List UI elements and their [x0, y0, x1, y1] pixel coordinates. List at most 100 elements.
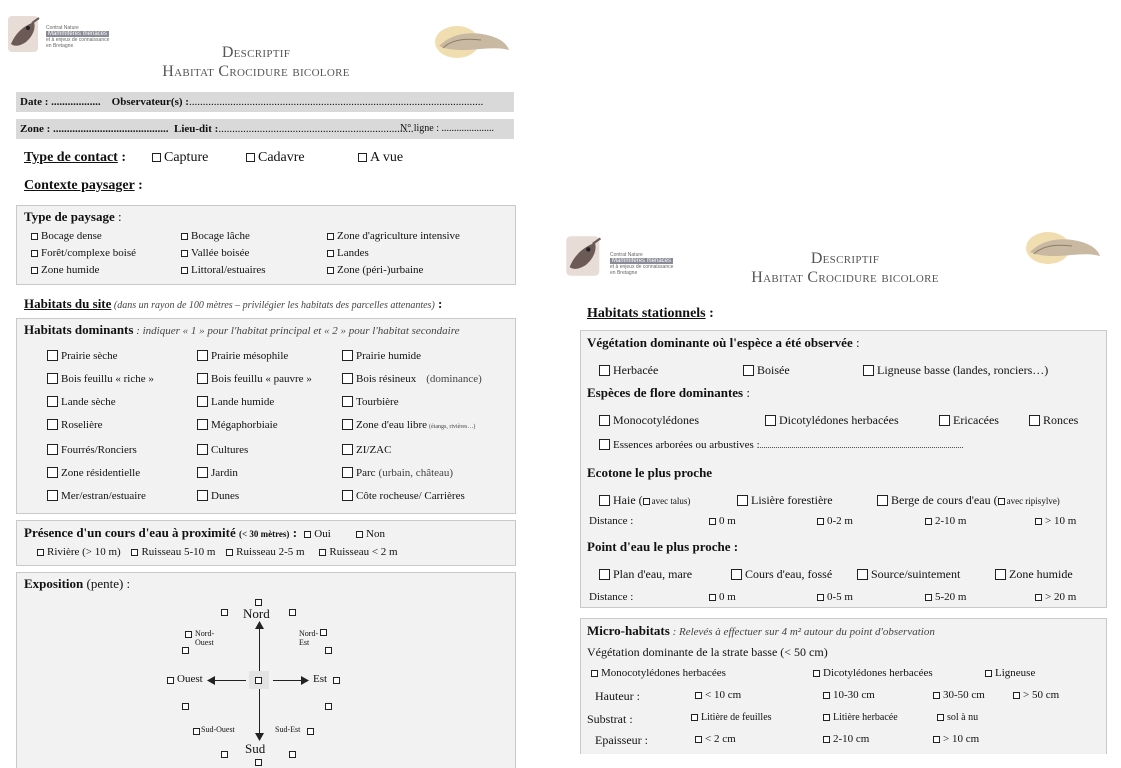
checkbox-sud-ouest[interactable] [193, 728, 200, 735]
contact-option-cadavre[interactable]: Cadavre [246, 150, 305, 166]
distance-option[interactable]: 0-5 m [817, 591, 853, 603]
checkbox-icon[interactable] [197, 350, 208, 361]
checkbox-icon[interactable] [695, 692, 702, 699]
habitat-option[interactable]: Tourbière [342, 393, 517, 411]
checkbox-sud-est[interactable] [307, 728, 314, 735]
checkbox-icon[interactable] [765, 415, 776, 426]
contact-option-vue[interactable]: A vue [358, 150, 403, 166]
strate-option[interactable]: Monocotylédones herbacées [591, 667, 726, 679]
cours-option[interactable]: Ruisseau < 2 m [319, 546, 398, 558]
strate-option[interactable]: Ligneuse [985, 667, 1035, 679]
checkbox-icon[interactable] [47, 396, 58, 407]
paysage-option[interactable]: Forêt/complexe boisé [31, 245, 181, 261]
checkbox-icon[interactable] [47, 419, 58, 430]
habitat-option[interactable]: Lande humide [197, 393, 342, 411]
habitat-option[interactable]: Lande sèche [47, 393, 197, 411]
checkbox-se-inner[interactable] [325, 703, 332, 710]
point-eau-option[interactable]: Zone humide [995, 567, 1073, 582]
essences-field[interactable]: ........................................… [760, 441, 964, 450]
checkbox-icon[interactable] [327, 267, 334, 274]
checkbox-icon[interactable] [181, 267, 188, 274]
checkbox-icon[interactable] [591, 670, 598, 677]
strate-option[interactable]: Dicotylédones herbacées [813, 667, 933, 679]
checkbox-icon[interactable] [1035, 518, 1042, 525]
paysage-option[interactable]: Zone (péri-)urbaine [327, 262, 507, 278]
hauteur-option[interactable]: 30-50 cm [933, 689, 985, 701]
checkbox-icon[interactable] [342, 373, 353, 384]
hauteur-option[interactable]: > 50 cm [1013, 689, 1059, 701]
observer-field[interactable]: ........................................… [189, 96, 483, 108]
epaisseur-option[interactable]: < 2 cm [695, 733, 736, 745]
habitat-option[interactable]: Bois résineux (dominance) [342, 370, 517, 388]
habitat-option[interactable]: Roselière [47, 416, 197, 436]
paysage-option[interactable]: Landes [327, 245, 507, 261]
zone-field[interactable]: Zone : .................................… [20, 123, 169, 135]
checkbox-icon[interactable] [197, 444, 208, 455]
checkbox-icon[interactable] [985, 670, 992, 677]
checkbox-icon[interactable] [342, 467, 353, 478]
ecotone-option-lisiere[interactable]: Lisière forestière [737, 493, 833, 508]
checkbox-icon[interactable] [342, 419, 353, 430]
checkbox-north-east-outer[interactable] [289, 609, 296, 616]
checkbox-icon[interactable] [599, 569, 610, 580]
checkbox-sw-outer[interactable] [221, 751, 228, 758]
habitat-option[interactable]: Cultures [197, 441, 342, 459]
checkbox-icon[interactable] [356, 531, 364, 538]
checkbox-icon[interactable] [709, 518, 716, 525]
cours-non[interactable]: Non [356, 528, 385, 540]
checkbox-icon[interactable] [327, 250, 334, 257]
checkbox-icon[interactable] [342, 396, 353, 407]
checkbox-icon[interactable] [47, 490, 58, 501]
paysage-option[interactable]: Zone d'agriculture intensive [327, 228, 507, 244]
checkbox-icon[interactable] [599, 495, 610, 506]
checkbox-icon[interactable] [857, 569, 868, 580]
checkbox-icon[interactable] [997, 498, 1005, 505]
habitat-option[interactable]: Jardin [197, 464, 342, 482]
checkbox-sud[interactable] [255, 759, 262, 766]
habitat-option[interactable]: Fourrés/Ronciers [47, 441, 197, 459]
checkbox-icon[interactable] [197, 419, 208, 430]
epaisseur-option[interactable]: 2-10 cm [823, 733, 869, 745]
checkbox-icon[interactable] [31, 267, 38, 274]
checkbox-icon[interactable] [1035, 594, 1042, 601]
distance-option[interactable]: 0-2 m [817, 515, 853, 527]
habitat-option[interactable]: Bois feuillu « riche » [47, 370, 197, 388]
substrat-option[interactable]: sol à nu [937, 712, 978, 723]
paysage-option[interactable]: Bocage lâche [181, 228, 327, 244]
checkbox-icon[interactable] [877, 495, 888, 506]
checkbox-ne-inner[interactable] [325, 647, 332, 654]
checkbox-icon[interactable] [152, 153, 161, 162]
distance-option[interactable]: 2-10 m [925, 515, 966, 527]
checkbox-icon[interactable] [31, 233, 38, 240]
paysage-option[interactable]: Littoral/estuaires [181, 262, 327, 278]
hauteur-option[interactable]: < 10 cm [695, 689, 741, 701]
checkbox-icon[interactable] [197, 467, 208, 478]
substrat-option[interactable]: Litière de feuilles [691, 712, 772, 723]
checkbox-nord[interactable] [255, 599, 262, 606]
checkbox-icon[interactable] [37, 549, 44, 556]
checkbox-icon[interactable] [737, 495, 748, 506]
checkbox-icon[interactable] [817, 594, 824, 601]
hauteur-option[interactable]: 10-30 cm [823, 689, 875, 701]
checkbox-icon[interactable] [599, 415, 610, 426]
point-eau-option[interactable]: Source/suintement [857, 567, 960, 582]
distance-option[interactable]: > 20 m [1035, 591, 1076, 603]
checkbox-icon[interactable] [817, 518, 824, 525]
flore-option[interactable]: Monocotylédones [599, 413, 699, 427]
checkbox-icon[interactable] [47, 444, 58, 455]
checkbox-icon[interactable] [599, 365, 610, 376]
distance-option[interactable]: 0 m [709, 591, 736, 603]
flore-option[interactable]: Ronces [1029, 413, 1078, 428]
checkbox-icon[interactable] [304, 531, 312, 538]
habitat-option[interactable]: Zone résidentielle [47, 464, 197, 482]
habitat-option[interactable]: Parc (urbain, château) [342, 464, 517, 482]
flore-option[interactable]: Ericacées [939, 413, 999, 428]
habitat-option[interactable]: Mer/estran/estuaire [47, 487, 197, 505]
checkbox-icon[interactable] [226, 549, 234, 556]
checkbox-icon[interactable] [695, 736, 702, 743]
paysage-option[interactable]: Zone humide [31, 262, 181, 278]
checkbox-north-west-outer[interactable] [221, 609, 228, 616]
checkbox-icon[interactable] [47, 373, 58, 384]
vegetation-option[interactable]: Ligneuse basse (landes, ronciers…) [863, 363, 1048, 378]
checkbox-se-outer[interactable] [289, 751, 296, 758]
